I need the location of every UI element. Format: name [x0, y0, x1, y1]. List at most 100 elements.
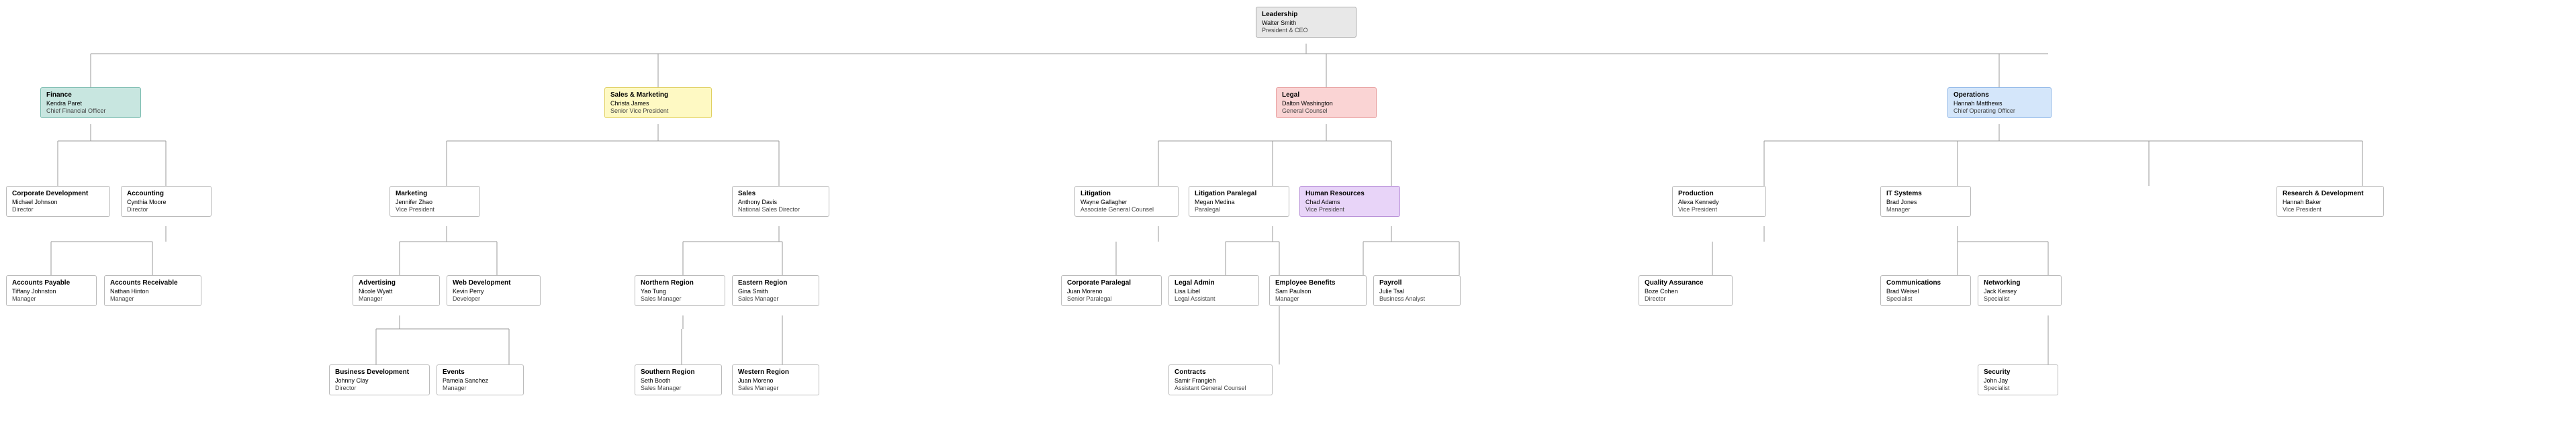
it-dept: IT Systems	[1886, 190, 1965, 197]
production-node: Production Alexa Kennedy Vice President	[1672, 186, 1766, 217]
eastern-region-node: Eastern Region Gina Smith Sales Manager	[732, 275, 819, 306]
web-dev-node: Web Development Kevin Perry Developer	[447, 275, 541, 306]
sr-title: Sales Manager	[641, 385, 716, 391]
southern-region-node: Southern Region Seth Booth Sales Manager	[635, 364, 722, 395]
webdev-title: Developer	[453, 295, 535, 302]
operations-dept: Operations	[1953, 91, 2045, 99]
comm-name: Brad Weisel	[1886, 288, 1965, 295]
net-title: Specialist	[1984, 295, 2056, 302]
accounts-receivable-node: Accounts Receivable Nathan Hinton Manage…	[104, 275, 201, 306]
cp-title: Senior Paralegal	[1067, 295, 1156, 302]
ar-dept: Accounts Receivable	[110, 279, 195, 287]
rd-title: Vice President	[2283, 206, 2378, 213]
sales-marketing-node: Sales & Marketing Christa James Senior V…	[604, 87, 712, 118]
lit-para-title: Paralegal	[1195, 206, 1283, 213]
northern-region-node: Northern Region Yao Tung Sales Manager	[635, 275, 725, 306]
corporate-dev-node: Corporate Development Michael Johnson Di…	[6, 186, 110, 217]
payroll-node: Payroll Julie Tsal Business Analyst	[1373, 275, 1461, 306]
litigation-node: Litigation Wayne Gallagher Associate Gen…	[1074, 186, 1179, 217]
hr-node: Human Resources Chad Adams Vice Presiden…	[1299, 186, 1400, 217]
webdev-name: Kevin Perry	[453, 288, 535, 295]
litigation-dept: Litigation	[1080, 190, 1172, 197]
marketing-node: Marketing Jennifer Zhao Vice President	[389, 186, 480, 217]
prod-title: Vice President	[1678, 206, 1760, 213]
leadership-dept: Leadership	[1262, 11, 1350, 18]
accounting-node: Accounting Cynthia Moore Director	[121, 186, 212, 217]
leadership-name: Walter Smith	[1262, 19, 1350, 26]
research-dev-node: Research & Development Hannah Baker Vice…	[2276, 186, 2384, 217]
adv-title: Manager	[359, 295, 434, 302]
communications-node: Communications Brad Weisel Specialist	[1880, 275, 1971, 306]
nr-title: Sales Manager	[641, 295, 719, 302]
networking-node: Networking Jack Kersey Specialist	[1978, 275, 2062, 306]
net-name: Jack Kersey	[1984, 288, 2056, 295]
quality-assurance-node: Quality Assurance Boze Cohen Director	[1639, 275, 1733, 306]
cp-name: Juan Moreno	[1067, 288, 1156, 295]
western-region-node: Western Region Juan Moreno Sales Manager	[732, 364, 819, 395]
contracts-node: Contracts Samir Frangieh Assistant Gener…	[1168, 364, 1273, 395]
sales-name: Anthony Davis	[738, 199, 823, 205]
corp-dev-name: Michael Johnson	[12, 199, 104, 205]
marketing-title: Vice President	[396, 206, 474, 213]
wr-title: Sales Manager	[738, 385, 813, 391]
accounts-payable-node: Accounts Payable Tiffany Johnston Manage…	[6, 275, 97, 306]
sr-dept: Southern Region	[641, 368, 716, 376]
accounting-title: Director	[127, 206, 205, 213]
cp-dept: Corporate Paralegal	[1067, 279, 1156, 287]
accounting-dept: Accounting	[127, 190, 205, 197]
nr-name: Yao Tung	[641, 288, 719, 295]
legal-title: General Counsel	[1282, 107, 1371, 114]
prod-dept: Production	[1678, 190, 1760, 197]
ev-title: Manager	[443, 385, 518, 391]
legal-name: Dalton Washington	[1282, 100, 1371, 107]
pay-name: Julie Tsal	[1379, 288, 1455, 295]
litigation-name: Wayne Gallagher	[1080, 199, 1172, 205]
wr-dept: Western Region	[738, 368, 813, 376]
qa-name: Boze Cohen	[1645, 288, 1727, 295]
sales-marketing-title: Senior Vice President	[610, 107, 706, 114]
sales-marketing-name: Christa James	[610, 100, 706, 107]
sales-dept: Sales	[738, 190, 823, 197]
corp-dev-title: Director	[12, 206, 104, 213]
sales-node: Sales Anthony Davis National Sales Direc…	[732, 186, 829, 217]
legal-node: Legal Dalton Washington General Counsel	[1276, 87, 1377, 118]
corp-paralegal-node: Corporate Paralegal Juan Moreno Senior P…	[1061, 275, 1162, 306]
litigation-title: Associate General Counsel	[1080, 206, 1172, 213]
advertising-node: Advertising Nicole Wyatt Manager	[353, 275, 440, 306]
ap-name: Tiffany Johnston	[12, 288, 91, 295]
hr-name: Chad Adams	[1305, 199, 1394, 205]
biz-dev-node: Business Development Johnny Clay Directo…	[329, 364, 430, 395]
finance-dept: Finance	[46, 91, 135, 99]
corp-dev-dept: Corporate Development	[12, 190, 104, 197]
bd-name: Johnny Clay	[335, 377, 424, 384]
con-name: Samir Frangieh	[1175, 377, 1267, 384]
marketing-name: Jennifer Zhao	[396, 199, 474, 205]
security-node: Security John Jay Specialist	[1978, 364, 2058, 395]
lit-para-dept: Litigation Paralegal	[1195, 190, 1283, 197]
eb-title: Manager	[1275, 295, 1361, 302]
con-dept: Contracts	[1175, 368, 1267, 376]
ar-title: Manager	[110, 295, 195, 302]
er-name: Gina Smith	[738, 288, 813, 295]
ap-title: Manager	[12, 295, 91, 302]
it-name: Brad Jones	[1886, 199, 1965, 205]
leadership-node: Leadership Walter Smith President & CEO	[1256, 7, 1356, 38]
comm-dept: Communications	[1886, 279, 1965, 287]
sales-marketing-dept: Sales & Marketing	[610, 91, 706, 99]
la-title: Legal Assistant	[1175, 295, 1253, 302]
hr-dept: Human Resources	[1305, 190, 1394, 197]
marketing-dept: Marketing	[396, 190, 474, 197]
la-name: Lisa Libel	[1175, 288, 1253, 295]
sec-dept: Security	[1984, 368, 2052, 376]
operations-name: Hannah Matthews	[1953, 100, 2045, 107]
legal-dept: Legal	[1282, 91, 1371, 99]
hr-title: Vice President	[1305, 206, 1394, 213]
finance-node: Finance Kendra Paret Chief Financial Off…	[40, 87, 141, 118]
leadership-title: President & CEO	[1262, 27, 1350, 34]
webdev-dept: Web Development	[453, 279, 535, 287]
finance-name: Kendra Paret	[46, 100, 135, 107]
pay-dept: Payroll	[1379, 279, 1455, 287]
rd-dept: Research & Development	[2283, 190, 2378, 197]
ap-dept: Accounts Payable	[12, 279, 91, 287]
net-dept: Networking	[1984, 279, 2056, 287]
